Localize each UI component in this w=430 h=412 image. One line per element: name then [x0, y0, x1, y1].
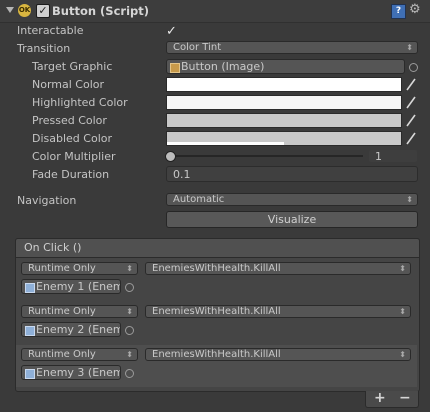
target-object-field[interactable]: Enemy 3 (Enem: [21, 365, 121, 380]
component-enabled-checkbox[interactable]: ✓: [36, 4, 50, 18]
highlighted-color-label: Highlighted Color: [32, 96, 128, 109]
object-picker-icon[interactable]: [125, 283, 134, 292]
on-click-title: On Click (): [24, 241, 82, 254]
function-value: EnemiesWithHealth.KillAll: [152, 263, 281, 274]
navigation-dropdown[interactable]: Automatic ⬍: [166, 193, 418, 206]
gameobject-icon: [25, 283, 35, 293]
runtime-mode-dropdown[interactable]: Runtime Only ⬍: [21, 262, 138, 275]
chevron-updown-icon: ⬍: [406, 43, 413, 52]
object-picker-icon[interactable]: [409, 63, 418, 72]
pressed-color-swatch[interactable]: [166, 113, 402, 128]
transition-dropdown[interactable]: Color Tint ⬍: [166, 41, 418, 54]
alpha-bar: [167, 142, 284, 145]
function-dropdown[interactable]: EnemiesWithHealth.KillAll ⬍: [145, 348, 411, 361]
object-picker-icon[interactable]: [125, 369, 134, 378]
chevron-updown-icon: ⬍: [126, 350, 133, 359]
disabled-color-swatch[interactable]: [166, 131, 402, 146]
chevron-updown-icon: ⬍: [406, 195, 413, 204]
disabled-color-label: Disabled Color: [32, 132, 113, 145]
target-object-field[interactable]: Enemy 2 (Enem: [21, 322, 121, 337]
navigation-label: Navigation: [17, 194, 77, 207]
remove-event-button[interactable]: −: [399, 390, 411, 406]
target-object-field[interactable]: Enemy 1 (Enem: [21, 279, 121, 294]
fade-duration-input[interactable]: 0.1: [166, 166, 418, 182]
color-multiplier-slider-knob[interactable]: [165, 151, 176, 162]
runtime-mode-value: Runtime Only: [28, 349, 96, 360]
function-value: EnemiesWithHealth.KillAll: [152, 306, 281, 317]
visualize-button[interactable]: Visualize: [166, 211, 418, 228]
eyedropper-icon[interactable]: [405, 131, 417, 145]
chevron-updown-icon: ⬍: [126, 264, 133, 273]
gameobject-icon: [25, 326, 35, 336]
help-icon[interactable]: ?: [391, 4, 406, 19]
event-row-selected: Runtime Only ⬍ EnemiesWithHealth.KillAll ⬍…: [16, 345, 417, 387]
component-header[interactable]: OK ✓ Button (Script) ? ⚙: [0, 0, 430, 23]
target-graphic-label: Target Graphic: [32, 60, 113, 73]
target-graphic-field[interactable]: Button (Image): [166, 59, 405, 74]
eyedropper-icon[interactable]: [405, 113, 417, 127]
interactable-checkbox[interactable]: ✓: [166, 24, 177, 39]
interactable-label: Interactable: [17, 24, 84, 37]
highlighted-color-swatch[interactable]: [166, 95, 402, 110]
chevron-updown-icon: ⬍: [126, 307, 133, 316]
runtime-mode-dropdown[interactable]: Runtime Only ⬍: [21, 348, 138, 361]
runtime-mode-dropdown[interactable]: Runtime Only ⬍: [21, 305, 138, 318]
component-title: Button (Script): [52, 4, 149, 18]
foldout-arrow-icon[interactable]: [6, 7, 14, 13]
runtime-mode-value: Runtime Only: [28, 306, 96, 317]
fade-duration-label: Fade Duration: [32, 168, 110, 181]
image-icon: [170, 63, 180, 73]
eyedropper-icon[interactable]: [405, 77, 417, 91]
event-row: Runtime Only ⬍ EnemiesWithHealth.KillAll ⬍…: [16, 302, 417, 344]
transition-label: Transition: [17, 42, 71, 55]
function-dropdown[interactable]: EnemiesWithHealth.KillAll ⬍: [145, 305, 411, 318]
event-row: Runtime Only ⬍ EnemiesWithHealth.KillAll ⬍…: [16, 259, 417, 301]
gameobject-icon: [25, 369, 35, 379]
function-value: EnemiesWithHealth.KillAll: [152, 349, 281, 360]
eyedropper-icon[interactable]: [405, 95, 417, 109]
gear-icon[interactable]: ⚙: [409, 2, 421, 17]
add-event-button[interactable]: +: [374, 390, 386, 406]
transition-value: Color Tint: [173, 42, 222, 53]
on-click-header: On Click (): [15, 238, 420, 258]
chevron-updown-icon: ⬍: [399, 307, 406, 316]
chevron-updown-icon: ⬍: [399, 264, 406, 273]
target-object-value: Enemy 1 (Enem: [36, 280, 121, 293]
target-graphic-value: Button (Image): [181, 60, 265, 73]
color-multiplier-input[interactable]: 1: [368, 149, 418, 163]
color-multiplier-label: Color Multiplier: [32, 150, 116, 163]
chevron-updown-icon: ⬍: [399, 350, 406, 359]
normal-color-label: Normal Color: [32, 78, 105, 91]
normal-color-swatch[interactable]: [166, 77, 402, 92]
object-picker-icon[interactable]: [125, 326, 134, 335]
color-multiplier-slider-track[interactable]: [170, 155, 363, 157]
pressed-color-label: Pressed Color: [32, 114, 107, 127]
runtime-mode-value: Runtime Only: [28, 263, 96, 274]
target-object-value: Enemy 3 (Enem: [36, 366, 121, 379]
navigation-value: Automatic: [173, 194, 225, 205]
script-icon: OK: [18, 4, 31, 17]
target-object-value: Enemy 2 (Enem: [36, 323, 121, 336]
function-dropdown[interactable]: EnemiesWithHealth.KillAll ⬍: [145, 262, 411, 275]
